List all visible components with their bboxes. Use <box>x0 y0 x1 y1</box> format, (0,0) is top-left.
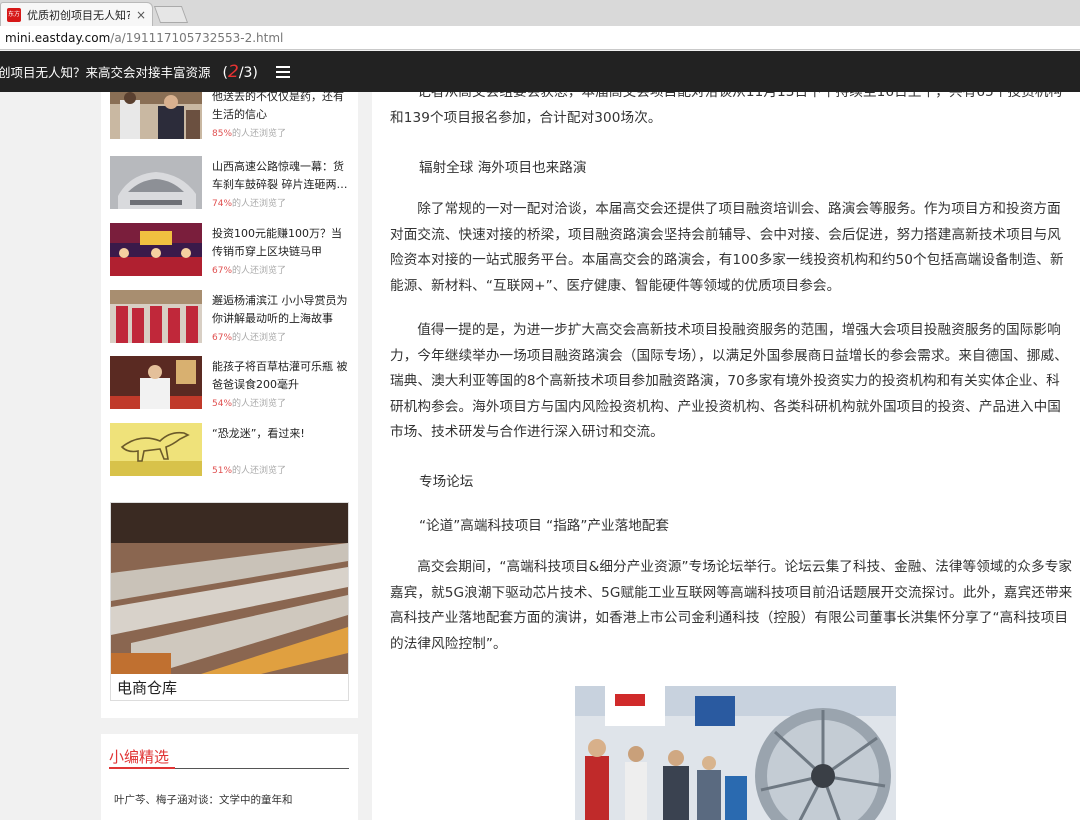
page-current: 2 <box>227 61 239 82</box>
news-title[interactable]: “恐龙迷”，看过来! <box>212 425 352 443</box>
view-label: 的人还浏览了 <box>232 333 287 343</box>
news-meta: 67%的人还浏览了 <box>212 263 286 276</box>
article-body: 记者从高交会组委会获悉，本届高交会项目配对洽谈从11月13日下午持续至16日上午… <box>372 92 1080 820</box>
list-item[interactable]: “恐龙迷”，看过来! 51%的人还浏览了 <box>110 423 350 479</box>
paragraph: 值得一提的是，为进一步扩大高交会高新技术项目投融资服务的范围，增强大会项目投融资… <box>390 322 1068 441</box>
hamburger-icon[interactable] <box>275 66 290 78</box>
featured-caption[interactable]: 电商仓库 <box>117 677 177 698</box>
view-percent: 67% <box>212 266 233 276</box>
close-tab-icon[interactable]: × <box>136 8 146 22</box>
news-meta: 54%的人还浏览了 <box>212 396 286 409</box>
list-item[interactable]: 他送去的不仅仅是药，还有生活的信心 85%的人还浏览了 <box>110 92 350 142</box>
title-accent-bar <box>109 767 175 769</box>
view-percent: 85% <box>212 129 233 139</box>
news-meta: 67%的人还浏览了 <box>212 330 286 343</box>
news-thumbnail[interactable] <box>110 92 202 139</box>
news-meta: 74%的人还浏览了 <box>212 196 286 209</box>
sidebar: 他送去的不仅仅是药，还有生活的信心 85%的人还浏览了 山西高速公路惊魂一幕：货… <box>101 92 358 718</box>
url-host: mini.eastday.com <box>5 30 111 45</box>
tab-title: 优质初创项目无人知? 来 <box>27 8 130 22</box>
view-percent: 67% <box>212 333 233 343</box>
address-bar[interactable]: mini.eastday.com/a/191117105732553-2.htm… <box>0 26 1080 50</box>
article-photo[interactable] <box>575 686 896 820</box>
view-percent: 74% <box>212 199 233 209</box>
list-item[interactable]: 邂逅杨浦滨江 小小导赏员为你讲解最动听的上海故事 67%的人还浏览了 <box>110 290 350 346</box>
news-thumbnail[interactable] <box>110 156 202 209</box>
view-label: 的人还浏览了 <box>232 466 287 476</box>
list-item[interactable]: 投资100元能赚100万？当传销币穿上区块链马甲 67%的人还浏览了 <box>110 223 350 279</box>
new-tab-button[interactable] <box>153 6 189 23</box>
view-percent: 51% <box>212 466 233 476</box>
paragraph: 除了常规的一对一配对洽谈，本届高交会还提供了项目融资培训会、路演会等服务。作为项… <box>390 201 1064 294</box>
site-favicon-icon: 东方 <box>7 7 21 22</box>
news-title[interactable]: 能孩子将百草枯灌可乐瓶 被爸爸误食200毫升 <box>212 358 352 394</box>
featured-image[interactable] <box>111 503 348 674</box>
news-title[interactable]: 他送去的不仅仅是药，还有生活的信心 <box>212 92 352 124</box>
editor-picks-panel: 小编精选 叶广芩、梅子涵对谈：文学中的童年和 <box>101 734 358 820</box>
news-title[interactable]: 邂逅杨浦滨江 小小导赏员为你讲解最动听的上海故事 <box>212 292 352 328</box>
url-path: /a/191117105732553-2.html <box>110 30 284 45</box>
list-item[interactable]: 山西高速公路惊魂一幕：货车刹车鼓碎裂 碎片连砸两… 74%的人还浏览了 <box>110 156 350 212</box>
page-total: /3) <box>238 64 258 81</box>
section-subheading: “论道”高端科技项目 “指路”产业落地配套 <box>419 518 669 534</box>
news-thumbnail[interactable] <box>110 223 202 276</box>
view-label: 的人还浏览了 <box>232 266 287 276</box>
page-indicator: (2/3) <box>223 62 258 82</box>
list-item[interactable]: 能孩子将百草枯灌可乐瓶 被爸爸误食200毫升 54%的人还浏览了 <box>110 356 350 412</box>
view-percent: 54% <box>212 399 233 409</box>
news-thumbnail[interactable] <box>110 290 202 343</box>
topbar-article-title: 创项目无人知？来高交会对接丰富资源 <box>0 65 211 80</box>
paragraph: 记者从高交会组委会获悉，本届高交会项目配对洽谈从11月13日下午持续至16日上午… <box>390 92 1063 126</box>
editor-picks-title: 小编精选 <box>109 748 170 766</box>
section-heading: 专场论坛 <box>419 474 474 490</box>
news-title[interactable]: 山西高速公路惊魂一幕：货车刹车鼓碎裂 碎片连砸两… <box>212 158 352 194</box>
news-meta: 85%的人还浏览了 <box>212 126 286 139</box>
news-title[interactable]: 投资100元能赚100万？当传销币穿上区块链马甲 <box>212 225 352 261</box>
view-label: 的人还浏览了 <box>232 399 287 409</box>
featured-card[interactable]: 电商仓库 <box>110 502 349 701</box>
section-heading: 辐射全球 海外项目也来路演 <box>419 160 587 176</box>
paragraph: 高交会期间，“高端科技项目&细分产业资源”专场论坛举行。论坛云集了科技、金融、法… <box>390 559 1073 652</box>
news-thumbnail[interactable] <box>110 423 202 476</box>
news-meta: 51%的人还浏览了 <box>212 463 286 476</box>
editor-pick-item[interactable]: 叶广芩、梅子涵对谈：文学中的童年和 <box>114 792 293 807</box>
browser-tabstrip: 东方 优质初创项目无人知? 来 × <box>0 0 1080 26</box>
view-label: 的人还浏览了 <box>232 129 287 139</box>
news-thumbnail[interactable] <box>110 356 202 409</box>
view-label: 的人还浏览了 <box>232 199 287 209</box>
article-topbar: 创项目无人知？来高交会对接丰富资源 (2/3) <box>0 51 1080 92</box>
browser-tab[interactable]: 东方 优质初创项目无人知? 来 × <box>0 2 153 26</box>
